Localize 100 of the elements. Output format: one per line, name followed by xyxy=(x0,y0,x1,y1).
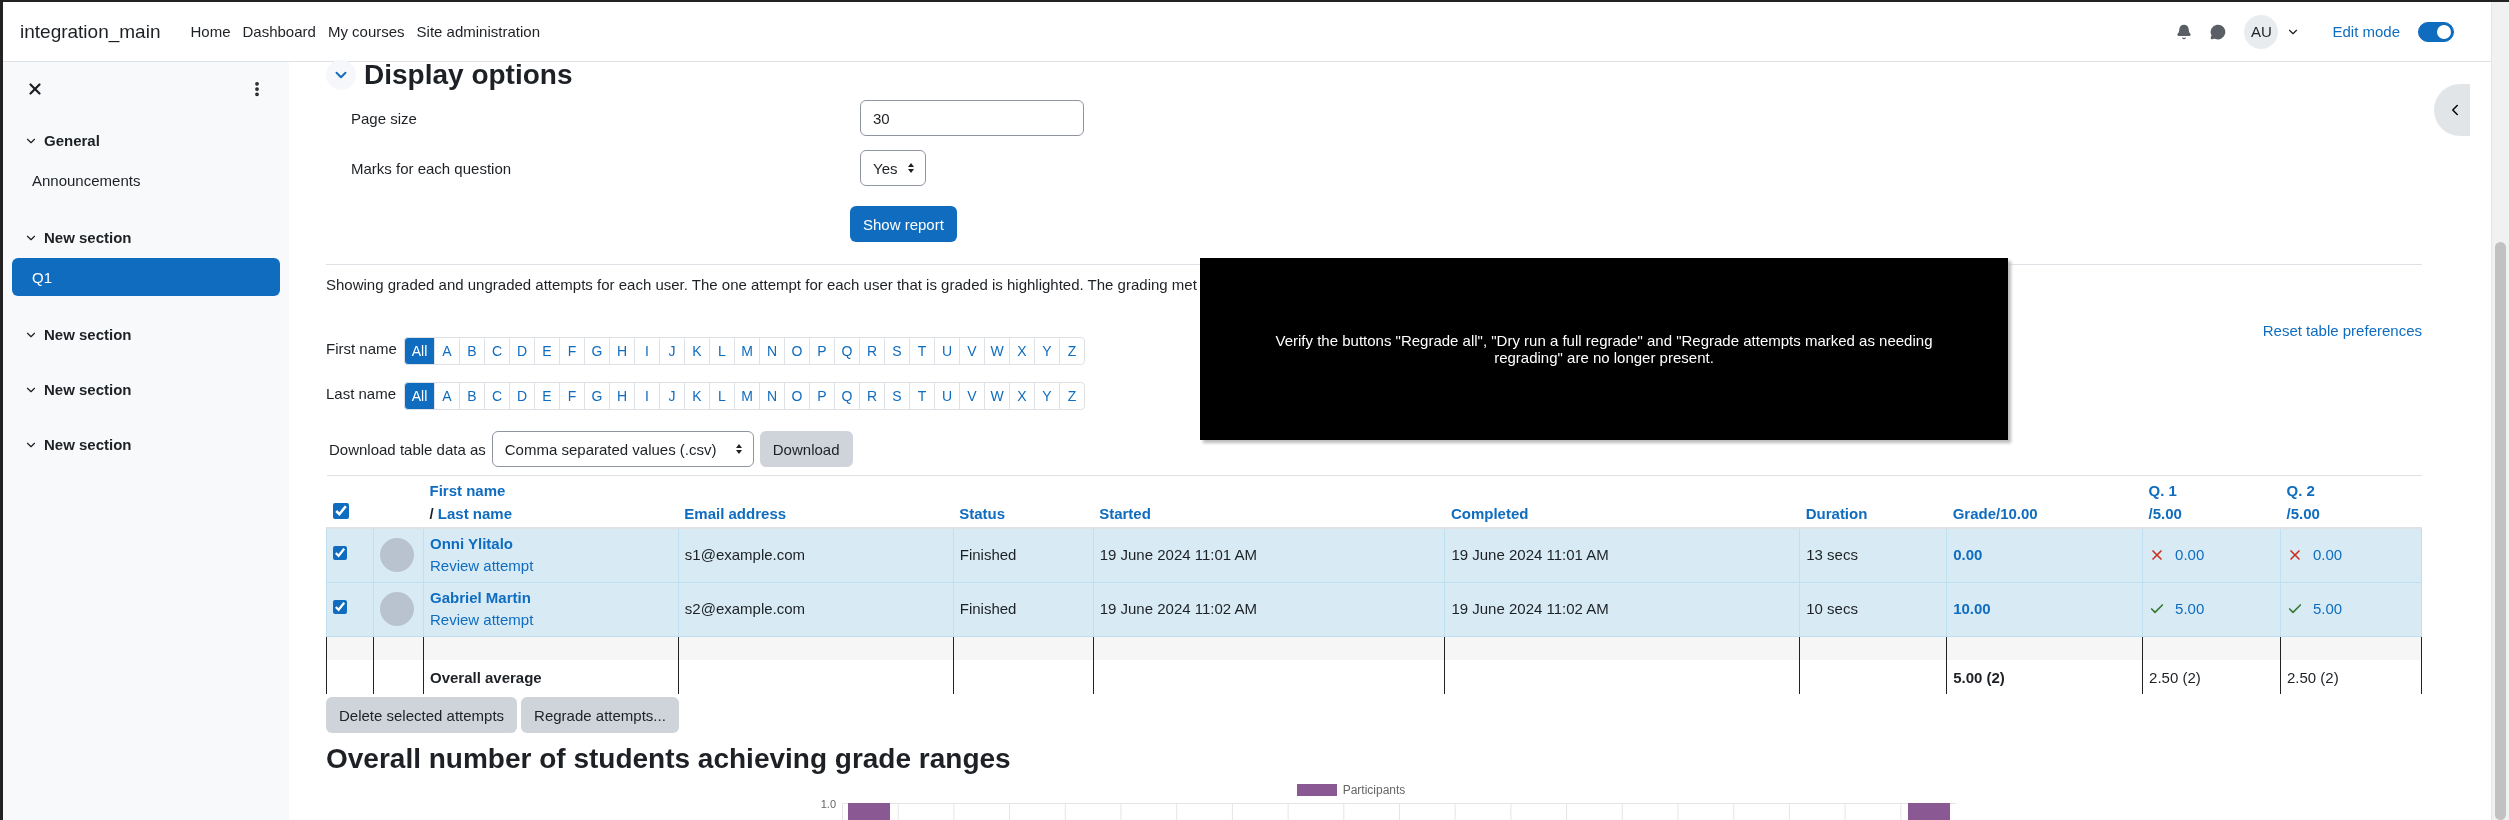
site-name[interactable]: integration_main xyxy=(20,20,161,43)
nav-link[interactable]: Site administration xyxy=(416,23,540,40)
collapse-icon[interactable] xyxy=(326,60,356,90)
download-button[interactable]: Download xyxy=(759,431,853,467)
initial-filter[interactable]: Y xyxy=(1034,337,1060,365)
show-report-button[interactable]: Show report xyxy=(850,206,957,242)
initial-filter[interactable]: J xyxy=(659,382,685,410)
column-sort-link[interactable]: Completed xyxy=(1450,502,1794,525)
initial-filter[interactable]: P xyxy=(809,337,835,365)
action-button[interactable]: Regrade attempts... xyxy=(521,697,679,733)
section-heading[interactable]: New section xyxy=(12,373,280,406)
initial-filter[interactable]: B xyxy=(459,337,485,365)
section-item[interactable]: Announcements xyxy=(12,161,280,199)
initial-filter[interactable]: Z xyxy=(1059,337,1085,365)
initial-filter[interactable]: C xyxy=(484,382,510,410)
initial-filter[interactable]: K xyxy=(684,337,710,365)
initial-filter[interactable]: F xyxy=(559,382,585,410)
initial-filter[interactable]: E xyxy=(534,382,560,410)
review-link[interactable]: Review attempt xyxy=(429,555,672,578)
initial-filter[interactable]: P xyxy=(809,382,835,410)
scrollbar[interactable] xyxy=(2491,2,2509,820)
initial-filter[interactable]: E xyxy=(534,337,560,365)
column-sort-link[interactable]: Grade/10.00 xyxy=(1952,502,2137,525)
column-sort-link[interactable]: Duration xyxy=(1805,502,1941,525)
initial-filter[interactable]: G xyxy=(584,382,610,410)
initial-filter[interactable]: Q xyxy=(834,382,860,410)
section-heading[interactable]: New section xyxy=(12,428,280,461)
column-sort-link[interactable]: Status xyxy=(959,502,1088,525)
user-avatar[interactable]: AU xyxy=(2244,14,2279,49)
column-sort-link[interactable]: /5.00 xyxy=(2286,502,2416,525)
initial-filter[interactable]: T xyxy=(909,337,935,365)
initial-filter[interactable]: L xyxy=(709,382,735,410)
initial-filter[interactable]: R xyxy=(859,337,885,365)
nav-link[interactable]: Dashboard xyxy=(242,23,316,40)
user-link[interactable]: Onni Ylitalo xyxy=(429,533,672,556)
column-sort-link[interactable]: Email address xyxy=(684,502,948,525)
select-field[interactable]: Yes xyxy=(860,150,927,186)
format-select[interactable]: Comma separated values (.csv) xyxy=(491,431,754,467)
review-link[interactable]: Review attempt xyxy=(429,609,672,631)
initial-filter[interactable]: H xyxy=(609,382,635,410)
initial-filter[interactable]: U xyxy=(934,382,960,410)
nav-link[interactable]: My courses xyxy=(327,23,405,40)
initial-filter[interactable]: J xyxy=(659,337,685,365)
initial-filter[interactable]: A xyxy=(434,382,460,410)
initial-filter[interactable]: Z xyxy=(1059,382,1085,410)
column-sort-link[interactable]: Q. 1 xyxy=(2148,479,2275,502)
section-heading[interactable]: New section xyxy=(12,221,280,254)
initial-filter[interactable]: F xyxy=(559,337,585,365)
initial-filter[interactable]: H xyxy=(609,337,635,365)
initial-filter[interactable]: G xyxy=(584,337,610,365)
initial-filter[interactable]: Q xyxy=(834,337,860,365)
initial-filter[interactable]: T xyxy=(909,382,935,410)
close-icon[interactable] xyxy=(26,80,44,98)
notification-icon[interactable] xyxy=(2176,23,2193,40)
chat-icon[interactable] xyxy=(2210,23,2227,40)
initial-filter[interactable]: S xyxy=(884,337,910,365)
initial-filter[interactable]: V xyxy=(959,337,985,365)
initial-filter[interactable]: M xyxy=(734,337,760,365)
column-sort-link[interactable]: First name xyxy=(429,479,673,502)
initial-filter[interactable]: W xyxy=(984,382,1010,410)
initial-filter[interactable]: All xyxy=(404,337,435,365)
initial-filter[interactable]: L xyxy=(709,337,735,365)
reset-preferences-link[interactable]: Reset table preferences xyxy=(2262,322,2422,339)
initial-filter[interactable]: O xyxy=(784,382,810,410)
initial-filter[interactable]: N xyxy=(759,382,785,410)
user-link[interactable]: Gabriel Martin xyxy=(429,587,672,609)
initial-filter[interactable]: B xyxy=(459,382,485,410)
column-sort-link[interactable]: Last name xyxy=(437,505,512,522)
text-input[interactable]: 30 xyxy=(860,100,1084,136)
initial-filter[interactable]: V xyxy=(959,382,985,410)
initial-filter[interactable]: M xyxy=(734,382,760,410)
initial-filter[interactable]: D xyxy=(509,382,535,410)
nav-link[interactable]: Home xyxy=(190,23,231,40)
initial-filter[interactable]: W xyxy=(984,337,1010,365)
initial-filter[interactable]: D xyxy=(509,337,535,365)
select-all-checkbox[interactable] xyxy=(332,503,349,519)
column-sort-link[interactable]: Started xyxy=(1099,502,1439,525)
row-checkbox[interactable] xyxy=(333,600,347,614)
initial-filter[interactable]: U xyxy=(934,337,960,365)
initial-filter[interactable]: N xyxy=(759,337,785,365)
section-item[interactable]: Q1 xyxy=(12,258,280,296)
initial-filter[interactable]: I xyxy=(634,382,660,410)
column-sort-link[interactable]: Q. 2 xyxy=(2286,479,2416,502)
initial-filter[interactable]: K xyxy=(684,382,710,410)
drawer-toggle[interactable] xyxy=(2434,84,2470,136)
column-sort-link[interactable]: /5.00 xyxy=(2148,502,2275,525)
initial-filter[interactable]: X xyxy=(1009,382,1035,410)
initial-filter[interactable]: A xyxy=(434,337,460,365)
initial-filter[interactable]: I xyxy=(634,337,660,365)
initial-filter[interactable]: O xyxy=(784,337,810,365)
section-heading[interactable]: New section xyxy=(12,318,280,351)
row-checkbox[interactable] xyxy=(333,546,347,561)
edit-mode-switch[interactable] xyxy=(2418,21,2454,42)
section-heading[interactable]: General xyxy=(12,124,280,157)
initial-filter[interactable]: Y xyxy=(1034,382,1060,410)
initial-filter[interactable]: C xyxy=(484,337,510,365)
initial-filter[interactable]: S xyxy=(884,382,910,410)
initial-filter[interactable]: X xyxy=(1009,337,1035,365)
action-button[interactable]: Delete selected attempts xyxy=(326,697,518,733)
initial-filter[interactable]: All xyxy=(404,382,435,410)
